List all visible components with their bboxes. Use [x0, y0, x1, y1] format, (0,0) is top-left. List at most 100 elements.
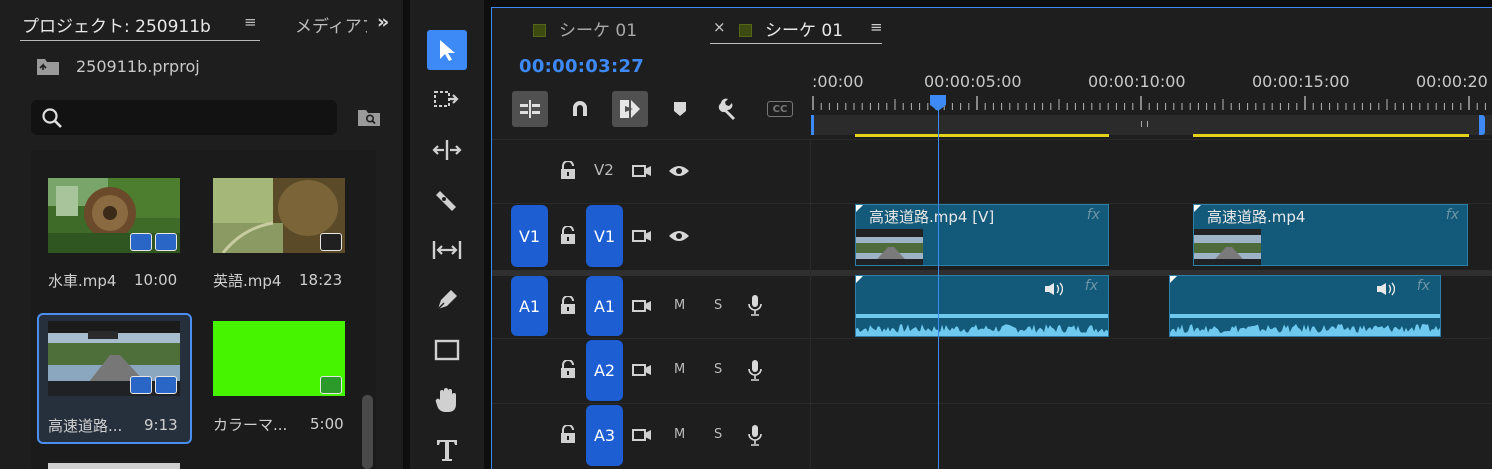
- tab-label: シーケ 01: [765, 21, 844, 41]
- waveform-shape: [856, 324, 1108, 336]
- tab-project[interactable]: プロジェクト: 250911b: [22, 12, 211, 37]
- lock-icon[interactable]: [560, 161, 576, 179]
- panel-expand-icon[interactable]: »: [377, 11, 389, 33]
- insert-overwrite-nest-button[interactable]: [512, 91, 548, 127]
- track-target-a1[interactable]: A1: [586, 276, 623, 336]
- solo-button[interactable]: S: [714, 362, 722, 377]
- selection-tool[interactable]: [427, 30, 467, 70]
- search-input[interactable]: [31, 100, 337, 135]
- clip-duration: 9:13: [144, 416, 178, 434]
- close-icon[interactable]: ×: [713, 18, 726, 36]
- clip-corner-marker: [856, 205, 863, 212]
- tab-menu-icon[interactable]: ≡: [870, 18, 883, 36]
- clip-thumbnail: [1194, 229, 1261, 265]
- sync-lock-icon[interactable]: [632, 362, 652, 378]
- audio-badge-icon: [155, 233, 177, 251]
- nest-icon: [520, 100, 540, 118]
- tab-sequence-01-active[interactable]: シーケ 01: [739, 16, 843, 41]
- captions-button[interactable]: CC: [762, 91, 798, 127]
- time-ruler[interactable]: [811, 96, 1492, 110]
- lock-icon[interactable]: [560, 425, 576, 443]
- hand-icon: [435, 388, 456, 412]
- microphone-icon[interactable]: [748, 294, 762, 316]
- work-area-bar[interactable]: [811, 115, 1492, 135]
- mute-button[interactable]: M: [674, 362, 685, 377]
- sync-lock-icon[interactable]: [632, 427, 652, 443]
- find-bin-icon[interactable]: [357, 106, 381, 128]
- mute-button[interactable]: M: [674, 427, 685, 442]
- fx-badge-icon: fx: [1416, 278, 1430, 294]
- timeline-settings-button[interactable]: [712, 91, 748, 127]
- source-patch-v1[interactable]: V1: [511, 205, 548, 267]
- bin-clip-partial: [48, 463, 180, 469]
- slip-icon: [432, 241, 462, 259]
- clip-duration: 18:23: [299, 271, 343, 289]
- work-area-grip-icon: [1141, 121, 1148, 127]
- hand-tool[interactable]: [427, 380, 467, 420]
- audio-badge-icon: [155, 376, 177, 394]
- work-area-end-handle[interactable]: [1479, 115, 1485, 135]
- linked-selection-button[interactable]: [612, 91, 648, 127]
- marker-icon: [674, 102, 686, 116]
- track-header-divider: [810, 139, 811, 469]
- linked-selection-icon: [620, 100, 640, 118]
- ripple-edit-tool[interactable]: [427, 130, 467, 170]
- timeline-audio-clip[interactable]: fx: [855, 275, 1109, 337]
- rectangle-icon: [434, 339, 460, 361]
- sync-lock-icon[interactable]: [632, 298, 652, 314]
- microphone-icon[interactable]: [748, 359, 762, 381]
- solo-button[interactable]: S: [714, 427, 722, 442]
- slip-tool[interactable]: [427, 230, 467, 270]
- microphone-icon[interactable]: [748, 424, 762, 446]
- bin-clip[interactable]: 水車.mp4 10:00: [48, 178, 183, 298]
- bin-clip[interactable]: カラーマ... 5:00: [213, 321, 348, 441]
- selection-arrow-icon: [440, 40, 455, 61]
- eye-icon[interactable]: [668, 229, 690, 243]
- tab-media-browser[interactable]: メディアブラウザー: [295, 12, 367, 37]
- waveform-band: [1170, 314, 1440, 318]
- lock-icon[interactable]: [560, 296, 576, 314]
- eye-icon[interactable]: [668, 164, 690, 178]
- snap-button[interactable]: [562, 91, 598, 127]
- ruler-label: :00:00: [812, 72, 864, 91]
- playhead-handle[interactable]: [929, 94, 947, 112]
- track-select-forward-tool[interactable]: [427, 80, 467, 120]
- track-target-v1[interactable]: V1: [586, 205, 623, 267]
- ruler-label: 00:00:05:00: [924, 72, 1022, 91]
- clip-duration: 5:00: [310, 415, 344, 433]
- pen-tool[interactable]: [427, 280, 467, 320]
- solo-button[interactable]: S: [714, 298, 722, 313]
- razor-tool[interactable]: [427, 180, 467, 220]
- timeline-video-clip[interactable]: 高速道路.mp4 [V] fx: [855, 204, 1109, 266]
- clip-duration: 10:00: [134, 271, 178, 289]
- sync-lock-icon[interactable]: [632, 228, 652, 244]
- work-area-start-handle[interactable]: [811, 115, 814, 135]
- track-target-a3[interactable]: A3: [586, 405, 623, 466]
- audio-waveform: [856, 314, 1108, 336]
- clip-name: カラーマ...: [213, 416, 288, 434]
- mute-button[interactable]: M: [674, 298, 685, 313]
- tab-underline: [710, 43, 882, 44]
- playhead-line[interactable]: [938, 108, 939, 469]
- lock-icon[interactable]: [560, 360, 576, 378]
- rectangle-tool[interactable]: [427, 330, 467, 370]
- timeline-video-clip[interactable]: 高速道路.mp4 fx: [1193, 204, 1468, 266]
- lock-icon[interactable]: [560, 226, 576, 244]
- type-tool[interactable]: [427, 430, 467, 469]
- playhead-timecode[interactable]: 00:00:03:27: [519, 56, 644, 77]
- sync-lock-icon[interactable]: [632, 163, 652, 179]
- bin-scrollbar[interactable]: [362, 395, 373, 469]
- add-marker-button[interactable]: [662, 91, 698, 127]
- source-patch-a1[interactable]: A1: [511, 276, 548, 336]
- tab-sequence-01[interactable]: シーケ 01: [533, 16, 637, 41]
- tab-menu-icon[interactable]: ≡: [244, 13, 257, 31]
- timeline-audio-clip[interactable]: fx: [1169, 275, 1441, 337]
- clip-name: 高速道路...: [48, 417, 123, 435]
- video-badge-icon: [130, 376, 152, 394]
- track-target-a2[interactable]: A2: [586, 340, 623, 401]
- tab-label: シーケ 01: [559, 21, 638, 41]
- track-label-v2[interactable]: V2: [594, 161, 614, 179]
- bin-clip[interactable]: 英語.mp4 18:23: [213, 178, 348, 298]
- bin-clip-selected[interactable]: 高速道路... 9:13: [48, 321, 183, 441]
- video-badge-icon: [130, 233, 152, 251]
